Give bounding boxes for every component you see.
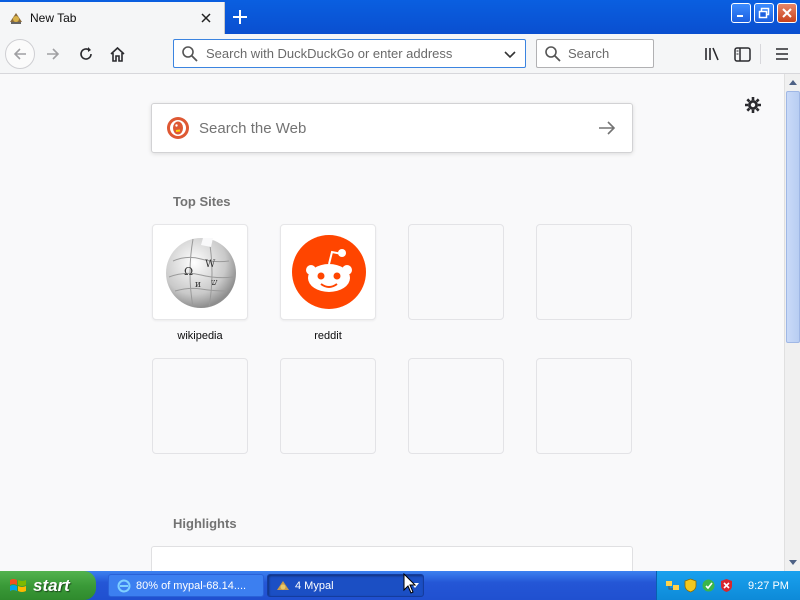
scroll-down-button[interactable] (785, 555, 800, 571)
top-site-empty-slot (152, 358, 248, 454)
wikipedia-globe-icon: Ω W и ש (166, 238, 236, 308)
system-tray: 9:27 PM (656, 571, 800, 600)
warning-shield-icon[interactable] (719, 578, 734, 593)
web-search-placeholder: Search the Web (199, 119, 307, 137)
duckduckgo-icon (167, 117, 189, 139)
web-search-box[interactable]: Search the Web (151, 103, 633, 153)
highlights-heading: Highlights (173, 516, 237, 531)
chevron-down-icon[interactable] (502, 46, 518, 62)
settings-button[interactable] (742, 94, 764, 116)
minimize-icon (737, 15, 743, 17)
top-site-empty-slot (536, 224, 632, 320)
back-arrow-icon (13, 48, 26, 60)
start-label: start (33, 575, 70, 595)
scroll-up-arrow-icon (789, 80, 797, 85)
sidebar-icon (733, 46, 751, 62)
nav-bar (0, 34, 800, 74)
taskbar-item-mypal[interactable]: 4 Mypal (267, 574, 424, 597)
top-site-tile-reddit[interactable] (280, 224, 376, 320)
reload-icon (80, 47, 92, 60)
mouse-cursor-icon (403, 573, 417, 594)
search-icon (182, 45, 198, 62)
minimize-button[interactable] (731, 3, 751, 23)
arrow-right-icon[interactable] (596, 117, 618, 139)
windows-logo-icon (10, 578, 26, 592)
mypal-icon (277, 580, 289, 590)
tab-title: New Tab (30, 11, 77, 25)
ie-icon (117, 579, 131, 592)
restore-button[interactable] (754, 3, 774, 23)
vertical-scrollbar[interactable] (784, 74, 800, 571)
gear-icon (745, 97, 761, 113)
mypal-icon (10, 13, 22, 24)
scroll-up-button[interactable] (785, 74, 800, 90)
close-icon (782, 8, 792, 18)
taskbar-item-label: 80% of mypal-68.14.... (136, 579, 247, 592)
security-shield-icon[interactable] (683, 578, 698, 593)
scroll-down-arrow-icon (789, 560, 797, 565)
tab-new-tab[interactable]: New Tab (0, 2, 225, 34)
taskbar-item-label: 4 Mypal (295, 579, 334, 592)
title-bar: New Tab (0, 0, 800, 34)
reload-button[interactable] (71, 39, 101, 69)
hamburger-menu-icon (776, 48, 788, 60)
reddit-icon (292, 235, 366, 309)
forward-arrow-icon (47, 48, 60, 60)
windows-taskbar: start 80% of mypal-68.14.... 4 Mypal 9:2… (0, 571, 800, 600)
network-icon[interactable] (665, 578, 680, 593)
top-site-empty-slot (536, 358, 632, 454)
search-input[interactable] (568, 46, 648, 61)
close-window-button[interactable] (777, 3, 797, 23)
taskbar-item-download[interactable]: 80% of mypal-68.14.... (108, 574, 264, 597)
close-tab-icon[interactable] (196, 8, 216, 28)
menu-button[interactable] (767, 39, 797, 69)
system-clock: 9:27 PM (748, 579, 789, 592)
home-icon (109, 46, 125, 62)
nav-separator (760, 44, 761, 64)
url-bar[interactable] (173, 39, 526, 68)
svg-text:Ω: Ω (184, 265, 193, 278)
restore-icon (758, 7, 770, 19)
plus-icon (233, 10, 247, 24)
forward-button[interactable] (38, 39, 68, 69)
library-button[interactable] (697, 39, 727, 69)
highlight-card[interactable] (151, 546, 633, 571)
top-site-label-wikipedia[interactable]: wikipedia (152, 330, 248, 342)
svg-text:и: и (195, 280, 201, 290)
top-site-empty-slot (280, 358, 376, 454)
library-icon (705, 47, 719, 61)
top-sites-heading: Top Sites (173, 194, 231, 209)
update-icon[interactable] (701, 578, 716, 593)
home-button[interactable] (102, 39, 132, 69)
search-bar[interactable] (536, 39, 654, 68)
new-tab-page: Search the Web Top Sites Ω W и ש wikiped… (0, 74, 784, 571)
scroll-thumb[interactable] (786, 91, 800, 343)
back-button[interactable] (5, 39, 35, 69)
top-site-empty-slot (408, 358, 504, 454)
top-site-empty-slot (408, 224, 504, 320)
svg-text:ש: ש (211, 278, 218, 288)
url-input[interactable] (206, 46, 502, 61)
search-icon (545, 45, 561, 62)
new-tab-button[interactable] (228, 5, 252, 29)
top-site-tile-wikipedia[interactable]: Ω W и ש (152, 224, 248, 320)
svg-text:W: W (205, 259, 216, 270)
start-button[interactable]: start (0, 571, 96, 600)
sidebar-button[interactable] (727, 39, 757, 69)
top-site-label-reddit[interactable]: reddit (280, 330, 376, 342)
